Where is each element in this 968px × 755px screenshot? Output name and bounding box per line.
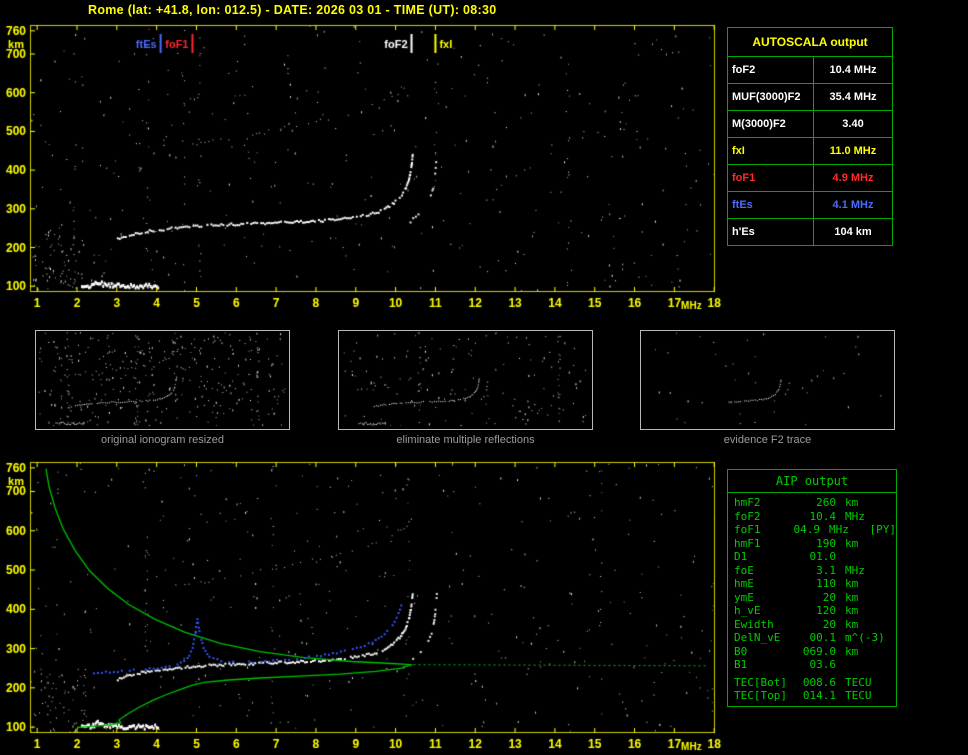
aip-param-name: B0 <box>734 644 748 658</box>
aip-row: D1 01.0 <box>728 550 896 564</box>
autoscala-table-header: AUTOSCALA output <box>728 28 892 57</box>
aip-param-name: B1 <box>734 658 748 671</box>
aip-param-name: hmE <box>734 577 754 590</box>
aip-row: B0 069.0 km <box>728 645 896 659</box>
aip-param-unit: TECU <box>845 675 872 689</box>
caption-evidence-f2: evidence F2 trace <box>723 434 812 446</box>
bottom-ionogram-canvas <box>0 455 725 755</box>
aip-param-unit: km <box>845 617 859 631</box>
aip-param-value: 20 <box>822 617 836 631</box>
autoscala-param-value: 104 km <box>834 226 872 238</box>
aip-param-value: 03.6 <box>809 658 837 671</box>
aip-row: ymE 20 km <box>728 591 896 605</box>
autoscala-param-value: 4.1 MHz <box>814 192 892 219</box>
autoscala-param-label: foF1 <box>728 165 814 192</box>
autoscala-param-label: MUF(3000)F2 <box>728 84 814 111</box>
caption-eliminate-reflections: eliminate multiple reflections <box>396 434 535 446</box>
aip-param-unit <box>845 658 893 672</box>
aip-param-name: Ewidth <box>734 617 774 631</box>
aip-param-unit: km <box>845 604 859 617</box>
aip-param-unit: MHz <box>829 523 849 536</box>
aip-param-name: TEC[Bot] <box>734 675 787 689</box>
aip-param-value: 3.1 <box>816 563 836 577</box>
autoscala-param-label: h'Es <box>728 219 814 245</box>
aip-param-unit: MHz <box>845 509 865 523</box>
aip-param-name: foF2 <box>734 509 761 523</box>
aip-param-unit: m^(-3) <box>845 631 885 644</box>
aip-param-name: D1 <box>734 550 748 563</box>
aip-param-value: 20 <box>822 590 836 604</box>
mini-panel-clean <box>338 330 593 430</box>
aip-rows: hmF2 260 km foF2 10.4 MHz foF1 04.9 MHz [PY] hmF1 1… <box>728 496 896 703</box>
aip-param-unit <box>845 550 893 564</box>
aip-row: foF2 10.4 MHz <box>728 510 896 524</box>
aip-table-header: AIP output <box>728 470 896 493</box>
aip-param-value: 260 <box>816 496 836 509</box>
aip-param-value: 01.0 <box>809 550 837 563</box>
autoscala-param-value: 11.0 MHz <box>814 138 892 165</box>
aip-row: DelN_vE 00.1 m^(-3) <box>728 631 896 645</box>
aip-param-name: TEC[Top] <box>734 689 787 702</box>
autoscala-param-value: 4.9 MHz <box>814 165 892 192</box>
aip-param-unit: TECU <box>845 689 872 702</box>
aip-param-unit: km <box>845 590 859 604</box>
aip-row: hmE 110 km <box>728 577 896 591</box>
mini-panel-original <box>35 330 290 430</box>
aip-param-name: hmF1 <box>734 536 761 550</box>
aip-param-value: 008.6 <box>802 675 836 689</box>
autoscala-param-label: foF2 <box>728 57 814 84</box>
mini-panel-f2 <box>640 330 895 430</box>
aip-param-value: 10.4 <box>809 509 837 523</box>
aip-param-name: ymE <box>734 590 754 604</box>
aip-row: foF1 04.9 MHz [PY] <box>728 523 896 537</box>
aip-row: hmF1 190 km <box>728 537 896 551</box>
autoscala-table-body: foF2 10.4 MHz MUF(3000)F2 35.4 MHz M(3000)F2… <box>728 57 892 245</box>
aip-param-value: 190 <box>816 536 836 550</box>
autoscala-param-label: M(3000)F2 <box>728 111 814 138</box>
autoscala-output-table: AUTOSCALA output foF2 10.4 MHz MUF(3000)F2… <box>727 27 893 246</box>
aip-param-name: h_vE <box>734 604 761 617</box>
aip-param-unit: MHz <box>845 563 865 577</box>
aip-param-value: 04.9 <box>793 523 821 536</box>
aip-row: hmF2 260 km <box>728 496 896 510</box>
aip-row: h_vE 120 km <box>728 604 896 618</box>
autoscala-param-value: 35.4 MHz <box>814 84 892 111</box>
mini-original-canvas <box>36 331 287 427</box>
aip-row: B1 03.6 <box>728 658 896 672</box>
aip-param-value: 110 <box>816 577 836 590</box>
aip-param-value: 00.1 <box>809 631 837 644</box>
caption-original-ionogram: original ionogram resized <box>101 434 224 446</box>
aip-row: TEC[Bot] 008.6 TECU <box>728 676 896 690</box>
autoscala-param-value: 10.4 MHz <box>814 57 892 84</box>
mini-f2-canvas <box>641 331 892 427</box>
aip-row: TEC[Top] 014.1 TECU <box>728 689 896 703</box>
top-ionogram-canvas <box>0 22 725 314</box>
autoscala-param-label: ftEs <box>728 192 814 219</box>
aip-row: Ewidth 20 km <box>728 618 896 632</box>
aip-param-unit: km <box>845 644 859 658</box>
autoscala-param-value: 3.40 <box>814 111 892 138</box>
aip-param-value: 120 <box>816 604 836 617</box>
aip-param-name: DelN_vE <box>734 631 781 644</box>
autoscala-param-label: fxI <box>728 138 814 165</box>
aip-param-name: hmF2 <box>734 496 761 509</box>
aip-output-table: AIP output hmF2 260 km foF2 10.4 MHz foF1 04.9 M… <box>727 469 897 707</box>
aip-param-unit: km <box>845 496 859 509</box>
aip-row: foE 3.1 MHz <box>728 564 896 578</box>
aip-param-name: foE <box>734 563 754 577</box>
aip-param-value: 069.0 <box>802 644 836 658</box>
aip-param-unit: km <box>845 536 859 550</box>
aip-param-value: 014.1 <box>802 689 836 702</box>
aip-param-unit: km <box>845 577 859 590</box>
aip-param-name: foF1 <box>734 523 761 536</box>
aip-param-note: [PY] <box>869 523 897 536</box>
mini-clean-canvas <box>339 331 590 427</box>
page-title: Rome (lat: +41.8, lon: 012.5) - DATE: 20… <box>88 3 497 17</box>
